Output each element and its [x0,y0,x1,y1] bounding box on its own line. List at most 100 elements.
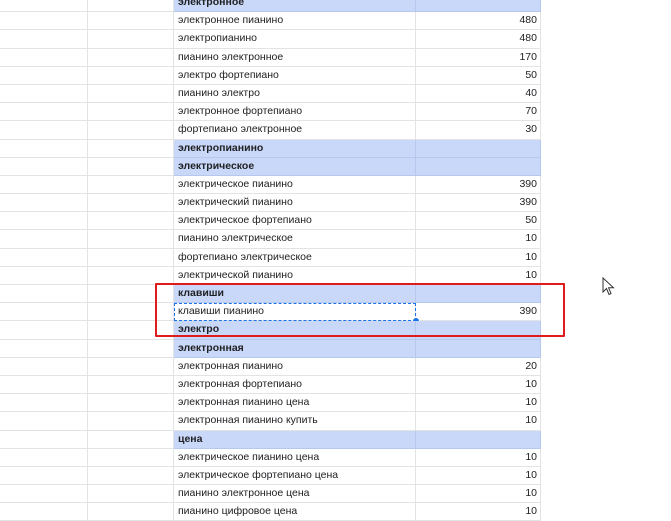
frequency-cell[interactable] [416,321,541,340]
frequency-cell[interactable]: 10 [416,375,541,395]
keyword-cell[interactable]: пианино электронное [174,48,416,67]
frequency-cell[interactable] [416,157,541,176]
frequency-cell[interactable]: 10 [416,485,541,504]
empty-cell-b[interactable] [88,139,174,158]
group-header-row[interactable]: клавиши [0,285,671,304]
empty-cell-b[interactable] [88,357,174,376]
empty-cell-b[interactable] [88,30,174,49]
empty-cell-a[interactable] [0,503,88,521]
table-row[interactable]: электрический пианино 390 [0,194,671,213]
table-row[interactable]: пианино электрическое 10 [0,230,671,249]
group-header-row[interactable]: электропианино [0,139,671,158]
keyword-cell[interactable]: пианино электронное цена [174,485,416,504]
empty-cell-b[interactable] [88,430,174,449]
frequency-cell[interactable]: 390 [416,303,541,322]
empty-cell-a[interactable] [0,121,88,140]
table-row[interactable]: электрическое фортепиано 50 [0,212,671,231]
empty-cell-b[interactable] [88,285,174,304]
group-label-cell[interactable]: электро [174,321,416,340]
keyword-cell[interactable]: пианино электрическое [174,230,416,249]
frequency-cell[interactable]: 390 [416,194,541,213]
group-header-row[interactable]: электрическое [0,157,671,176]
table-row[interactable]: пианино цифровое цена 10 [0,503,671,521]
keyword-cell[interactable]: электронная пианино [174,357,416,376]
empty-cell-b[interactable] [88,0,174,13]
group-label-cell[interactable]: электропианино [174,139,416,158]
empty-cell-b[interactable] [88,175,174,195]
frequency-cell[interactable]: 10 [416,230,541,249]
keyword-cell[interactable]: электрическое пианино цена [174,448,416,467]
empty-cell-b[interactable] [88,230,174,249]
keyword-cell[interactable]: электро фортепиано [174,66,416,85]
empty-cell-a[interactable] [0,12,88,31]
empty-cell-b[interactable] [88,394,174,413]
keyword-cell[interactable]: электрическое пианино [174,175,416,195]
group-label-cell[interactable]: электронное [174,0,416,13]
keyword-cell[interactable]: клавиши пианино [174,303,416,322]
frequency-cell[interactable] [416,139,541,158]
group-label-cell[interactable]: клавиши [174,285,416,304]
empty-cell-b[interactable] [88,466,174,486]
empty-cell-a[interactable] [0,230,88,249]
frequency-cell[interactable] [416,0,541,13]
group-header-row[interactable]: электро [0,321,671,340]
empty-cell-a[interactable] [0,285,88,304]
empty-cell-b[interactable] [88,375,174,395]
table-row[interactable]: электронная пианино 20 [0,357,671,376]
frequency-cell[interactable]: 480 [416,30,541,49]
frequency-cell[interactable]: 480 [416,12,541,31]
table-row[interactable]: пианино электро 40 [0,84,671,104]
empty-cell-a[interactable] [0,66,88,85]
frequency-cell[interactable]: 10 [416,448,541,467]
table-row[interactable]: электронная пианино цена 10 [0,394,671,413]
empty-cell-a[interactable] [0,103,88,122]
keyword-cell[interactable]: электронное фортепиано [174,103,416,122]
frequency-cell[interactable] [416,430,541,449]
group-label-cell[interactable]: электронная [174,339,416,358]
table-row[interactable]: электро фортепиано 50 [0,66,671,85]
empty-cell-b[interactable] [88,121,174,140]
empty-cell-b[interactable] [88,339,174,358]
empty-cell-a[interactable] [0,175,88,195]
empty-cell-b[interactable] [88,248,174,267]
table-row[interactable]: пианино электронное 170 [0,48,671,67]
keyword-cell[interactable]: электропианино [174,30,416,49]
empty-cell-b[interactable] [88,84,174,104]
spreadsheet-grid[interactable]: электронное электронное пианино 480 электро… [0,0,671,521]
table-row[interactable]: электронное фортепиано 70 [0,103,671,122]
empty-cell-a[interactable] [0,194,88,213]
table-row[interactable]: электрической пианино 10 [0,266,671,285]
empty-cell-b[interactable] [88,503,174,521]
frequency-cell[interactable]: 10 [416,503,541,521]
keyword-cell[interactable]: электрической пианино [174,266,416,285]
empty-cell-b[interactable] [88,66,174,85]
table-row[interactable]: фортепиано электронное 30 [0,121,671,140]
empty-cell-a[interactable] [0,448,88,467]
keyword-cell[interactable]: электронное пианино [174,12,416,31]
group-header-row[interactable]: электронная [0,339,671,358]
empty-cell-a[interactable] [0,0,88,13]
table-row[interactable]: пианино электронное цена 10 [0,485,671,504]
frequency-cell[interactable]: 70 [416,103,541,122]
empty-cell-b[interactable] [88,321,174,340]
table-row[interactable]: клавиши пианино 390 [0,303,671,326]
empty-cell-a[interactable] [0,48,88,67]
table-row[interactable]: электрическое пианино цена 10 [0,448,671,467]
frequency-cell[interactable] [416,285,541,304]
empty-cell-b[interactable] [88,103,174,122]
keyword-cell[interactable]: электронная пианино купить [174,412,416,431]
keyword-cell[interactable]: фортепиано электрическое [174,248,416,267]
empty-cell-a[interactable] [0,430,88,449]
empty-cell-a[interactable] [0,321,88,340]
table-row[interactable]: электрическое пианино 390 [0,175,671,195]
empty-cell-b[interactable] [88,48,174,67]
empty-cell-a[interactable] [0,357,88,376]
empty-cell-a[interactable] [0,157,88,176]
empty-cell-a[interactable] [0,248,88,267]
empty-cell-a[interactable] [0,303,88,322]
empty-cell-b[interactable] [88,412,174,431]
empty-cell-a[interactable] [0,139,88,158]
group-label-cell[interactable]: цена [174,430,416,449]
keyword-cell[interactable]: пианино цифровое цена [174,503,416,521]
empty-cell-a[interactable] [0,375,88,395]
